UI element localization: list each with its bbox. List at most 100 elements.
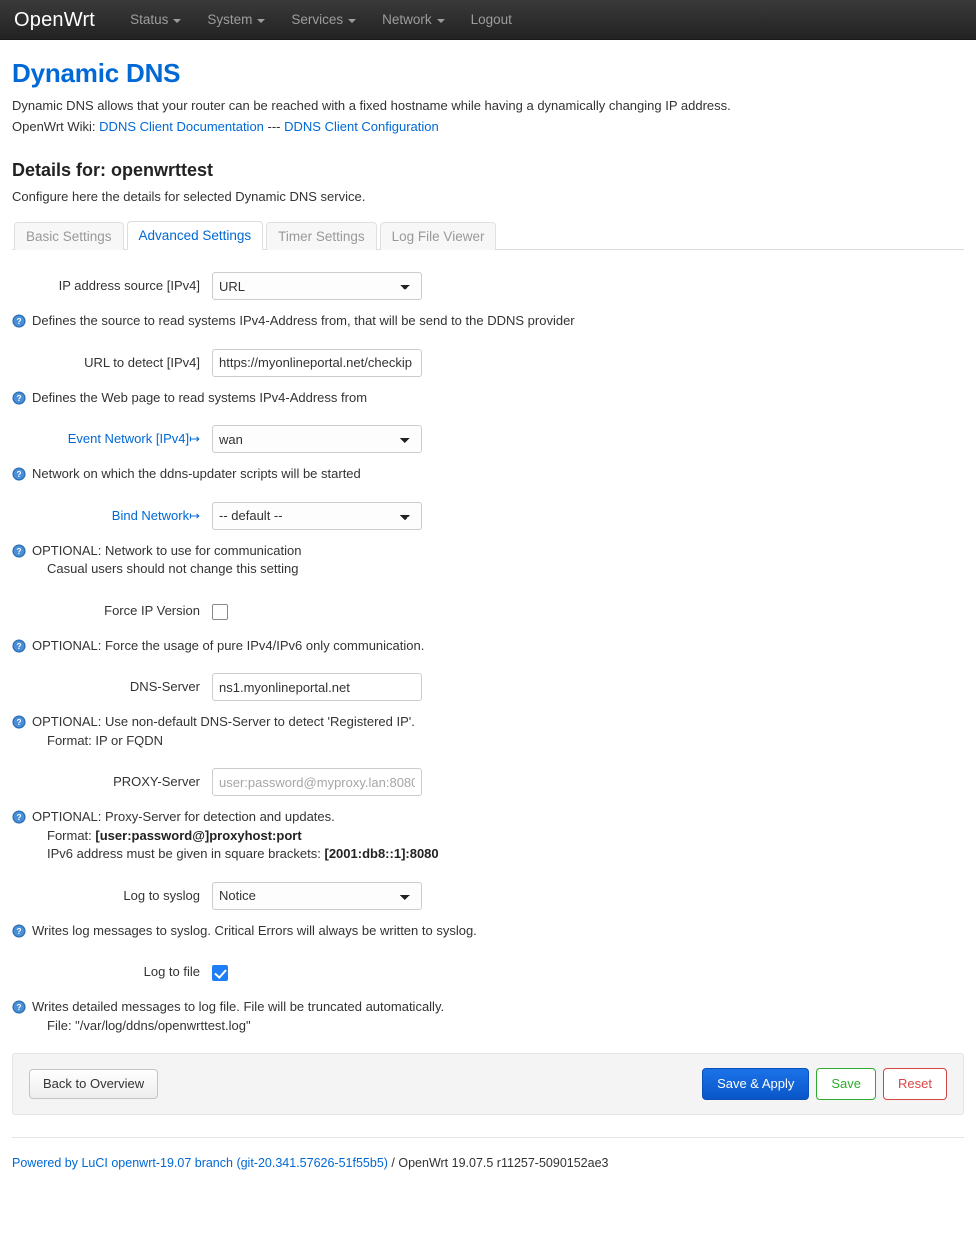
proxy-format-prefix: Format: [47,827,96,843]
help-icon: ? [12,715,26,729]
field-row-event-network: Event Network [IPv4]↦ wan [12,425,964,455]
event-network-label-text: Event Network [IPv4] [67,431,190,446]
proxy-server-label: PROXY-Server [113,774,200,789]
help-icon: ? [12,390,26,405]
nav-item-status[interactable]: Status [117,0,194,40]
bind-network-help-line-1: OPTIONAL: Network to use for communicati… [32,542,302,558]
nav-item-network[interactable]: Network [369,0,458,40]
openwrt-version-text: / OpenWrt 19.07.5 r11257-5090152ae3 [387,1156,609,1170]
dns-server-help-line-2: Format: IP or FQDN [47,732,164,748]
chevron-down-icon [173,18,182,23]
proxy-server-input[interactable] [212,768,422,796]
bind-network-select[interactable]: -- default -- [212,501,422,530]
dns-server-help: ? OPTIONAL: Use non-default DNS-Server t… [12,713,964,750]
dns-server-input[interactable] [212,673,422,701]
page-intro: Dynamic DNS allows that your router can … [12,98,731,113]
help-icon: ? [12,543,26,558]
action-button-group: Save & Apply Save Reset [702,1068,947,1100]
proxy-ipv6-prefix: IPv6 address must be given in square bra… [47,846,325,861]
proxy-server-help-line-3: IPv6 address must be given in square bra… [32,845,439,864]
top-navbar: OpenWrt Status System Services Network L… [0,0,976,40]
log-syslog-help-line-1: Writes log messages to syslog. Critical … [32,922,477,938]
ddns-client-configuration-link[interactable]: DDNS Client Configuration [284,119,439,134]
arrow-right-icon: ↦ [189,431,200,446]
field-row-log-syslog: Log to syslog Notice [12,881,964,912]
nav-item-system[interactable]: System [194,0,278,40]
save-apply-button[interactable]: Save & Apply [702,1068,810,1100]
ip-source-label: IP address source [IPv4] [58,278,200,293]
save-button[interactable]: Save [816,1068,877,1100]
svg-text:?: ? [16,316,21,326]
field-row-bind-network: Bind Network↦ -- default -- [12,501,964,532]
event-network-help: ? Network on which the ddns-updater scri… [12,465,964,484]
force-ip-version-help-line-1: OPTIONAL: Force the usage of pure IPv4/I… [32,637,425,653]
proxy-server-help-line-1: OPTIONAL: Proxy-Server for detection and… [32,809,335,824]
event-network-help-line-1: Network on which the ddns-updater script… [32,466,361,481]
svg-text:?: ? [16,926,21,936]
field-row-dns-server: DNS-Server [12,673,964,703]
url-detect-help-line-1: Defines the Web page to read systems IPv… [32,389,368,405]
help-icon: ? [12,314,26,328]
luci-version-link[interactable]: Powered by LuCI openwrt-19.07 branch (gi… [12,1156,388,1170]
proxy-server-help-line-2: Format: [user:password@]proxyhost:port [32,827,439,846]
svg-text:?: ? [16,812,21,822]
event-network-select[interactable]: wan [212,425,422,453]
field-row-ip-source: IP address source [IPv4] URL [12,272,964,302]
log-file-checkbox[interactable] [212,965,228,981]
nav-item-system-label: System [207,11,253,27]
page-footer: Powered by LuCI openwrt-19.07 branch (gi… [12,1137,964,1184]
proxy-server-help: ? OPTIONAL: Proxy-Server for detection a… [12,808,964,864]
bind-network-help: ? OPTIONAL: Network to use for communica… [12,542,964,579]
tab-log-file-viewer[interactable]: Log File Viewer [379,222,497,250]
page-container: Dynamic DNS Dynamic DNS allows that your… [0,58,976,1035]
bind-network-label[interactable]: Bind Network↦ [12,502,212,524]
wiki-separator: --- [263,119,285,134]
advanced-settings-form: IP address source [IPv4] URL ? Defines t… [12,250,964,1035]
bind-network-label-text: Bind Network [111,507,190,523]
force-ip-version-help: ? OPTIONAL: Force the usage of pure IPv4… [12,637,964,656]
ip-source-select[interactable]: URL [212,272,422,300]
nav-item-logout-label: Logout [470,11,512,27]
log-syslog-select[interactable]: Notice [212,881,422,910]
action-bar: Back to Overview Save & Apply Save Reset [12,1053,964,1115]
svg-text:?: ? [16,1002,21,1012]
nav-item-logout[interactable]: Logout [458,0,525,40]
settings-tabs: Basic Settings Advanced Settings Timer S… [12,220,964,250]
field-row-force-ip-version: Force IP Version [12,597,964,627]
reset-button[interactable]: Reset [883,1068,947,1100]
ddns-client-documentation-link[interactable]: DDNS Client Documentation [99,119,264,134]
log-syslog-help: ? Writes log messages to syslog. Critica… [12,922,964,941]
url-detect-input[interactable] [212,348,422,377]
tab-advanced-settings[interactable]: Advanced Settings [126,221,264,250]
tab-timer-settings[interactable]: Timer Settings [266,222,377,250]
bind-network-help-line-2: Casual users should not change this sett… [47,561,299,576]
openwrt-logo[interactable]: OpenWrt [14,10,95,30]
log-syslog-label: Log to syslog [123,887,200,903]
back-to-overview-button[interactable]: Back to Overview [29,1069,159,1099]
nav-item-services-label: Services [291,11,344,27]
log-file-help-line-2: File: "/var/log/ddns/openwrttest.log" [47,1017,251,1033]
dns-server-help-line-1: OPTIONAL: Use non-default DNS-Server to … [32,714,415,729]
nav-item-network-label: Network [382,11,432,27]
section-description: Configure here the details for selected … [12,189,366,204]
chevron-down-icon [436,18,445,23]
tab-basic-settings[interactable]: Basic Settings [14,222,124,250]
help-icon: ? [12,923,26,938]
force-ip-version-checkbox[interactable] [212,603,228,620]
svg-text:?: ? [16,393,21,403]
ip-source-help: ? Defines the source to read systems IPv… [12,312,964,331]
nav-item-services[interactable]: Services [278,0,369,40]
svg-text:?: ? [16,641,21,651]
event-network-label[interactable]: Event Network [IPv4]↦ [12,425,212,447]
svg-text:?: ? [16,469,21,479]
section-title: Details for: openwrttest [12,160,214,180]
force-ip-version-label: Force IP Version [104,602,200,618]
dns-server-label: DNS-Server [129,679,200,694]
nav-item-status-label: Status [130,11,169,27]
url-detect-label: URL to detect [IPv4] [84,354,200,370]
ip-source-help-line-1: Defines the source to read systems IPv4-… [32,313,575,328]
log-file-help: ? Writes detailed messages to log file. … [12,998,964,1035]
help-icon: ? [12,638,26,653]
arrow-right-icon: ↦ [189,507,200,523]
field-row-proxy-server: PROXY-Server [12,768,964,798]
